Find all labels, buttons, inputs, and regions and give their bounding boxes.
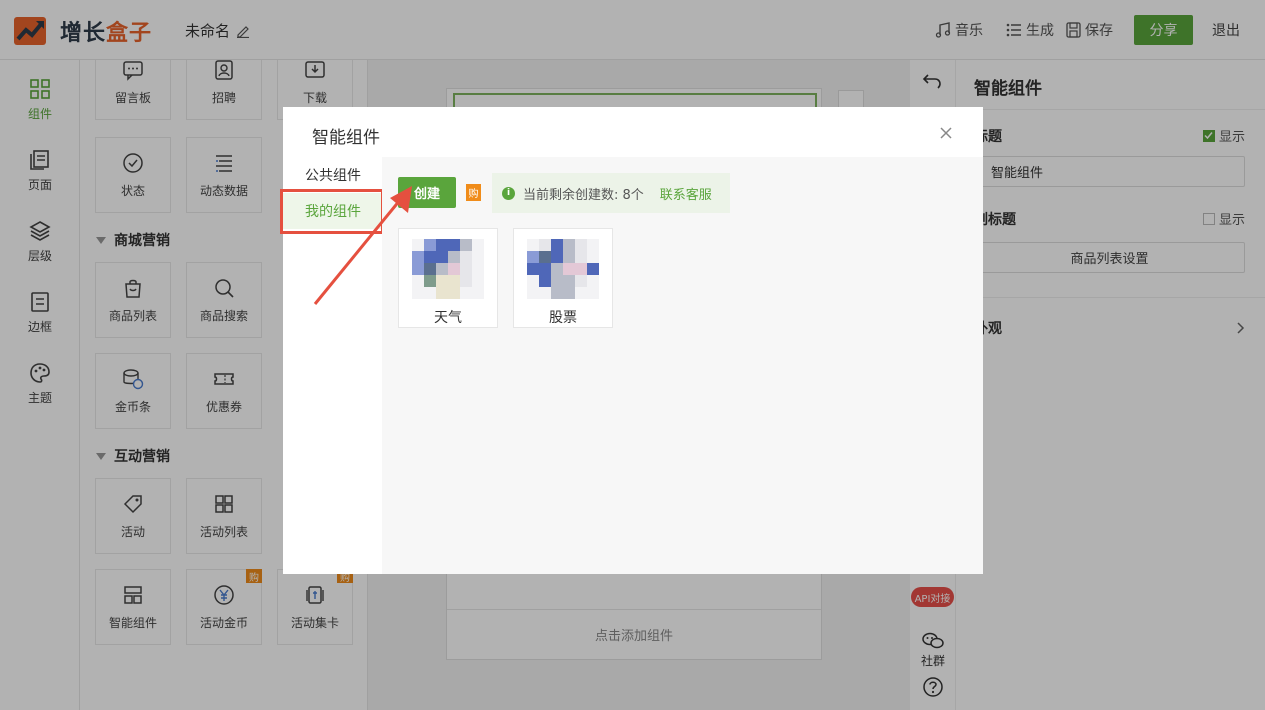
mosaic-pixel — [539, 239, 551, 251]
create-button[interactable]: 创建 — [398, 177, 456, 208]
mosaic-pixel — [587, 251, 599, 263]
mosaic-pixel — [460, 287, 472, 299]
mosaic-pixel — [472, 239, 484, 251]
dialog-title: 智能组件 — [312, 128, 380, 148]
mosaic-pixel — [436, 275, 448, 287]
mosaic-pixel — [539, 275, 551, 287]
mosaic-pixel — [472, 251, 484, 263]
mosaic-pixel — [448, 251, 460, 263]
blurred-thumbnail — [412, 239, 484, 299]
mosaic-pixel — [539, 287, 551, 299]
mosaic-pixel — [472, 287, 484, 299]
mosaic-pixel — [527, 275, 539, 287]
mosaic-pixel — [424, 251, 436, 263]
mosaic-pixel — [575, 287, 587, 299]
mosaic-pixel — [527, 263, 539, 275]
mosaic-pixel — [539, 251, 551, 263]
mosaic-pixel — [551, 287, 563, 299]
mosaic-pixel — [587, 275, 599, 287]
mosaic-pixel — [575, 263, 587, 275]
info-icon: i — [502, 186, 515, 200]
mosaic-pixel — [460, 251, 472, 263]
mosaic-pixel — [563, 251, 575, 263]
mosaic-pixel — [551, 263, 563, 275]
mosaic-pixel — [436, 251, 448, 263]
mosaic-pixel — [412, 275, 424, 287]
annotation-highlight-box — [280, 189, 384, 234]
smart-component-dialog: 智能组件 公共组件 我的组件 创建 购 i 当前剩余创建数: 8个 联系客服 天… — [280, 107, 983, 574]
mosaic-pixel — [587, 239, 599, 251]
close-icon[interactable] — [938, 125, 954, 141]
mosaic-pixel — [412, 263, 424, 275]
mosaic-pixel — [424, 239, 436, 251]
contact-support-link[interactable]: 联系客服 — [660, 184, 712, 203]
mosaic-pixel — [472, 263, 484, 275]
mosaic-pixel — [460, 263, 472, 275]
mosaic-pixel — [448, 275, 460, 287]
buy-badge[interactable]: 购 — [466, 184, 481, 201]
dialog-sidebar: 公共组件 我的组件 — [280, 157, 384, 574]
mosaic-pixel — [575, 239, 587, 251]
mosaic-pixel — [587, 263, 599, 275]
mosaic-pixel — [551, 239, 563, 251]
mosaic-pixel — [424, 287, 436, 299]
mosaic-pixel — [460, 239, 472, 251]
mosaic-pixel — [460, 275, 472, 287]
mosaic-pixel — [412, 239, 424, 251]
mosaic-pixel — [436, 239, 448, 251]
dialog-content: 创建 购 i 当前剩余创建数: 8个 联系客服 天气 股票 — [382, 157, 983, 574]
mosaic-pixel — [575, 251, 587, 263]
mosaic-pixel — [436, 287, 448, 299]
mosaic-pixel — [587, 287, 599, 299]
mosaic-pixel — [424, 263, 436, 275]
mosaic-pixel — [539, 263, 551, 275]
mosaic-pixel — [563, 263, 575, 275]
mosaic-pixel — [563, 239, 575, 251]
mosaic-pixel — [448, 287, 460, 299]
component-card-stock[interactable]: 股票 — [513, 228, 613, 328]
blurred-thumbnail — [527, 239, 599, 299]
mosaic-pixel — [551, 275, 563, 287]
tab-public-components[interactable]: 公共组件 — [283, 157, 382, 193]
mosaic-pixel — [412, 251, 424, 263]
quota-notice: i 当前剩余创建数: 8个 联系客服 — [492, 173, 730, 213]
mosaic-pixel — [424, 275, 436, 287]
mosaic-pixel — [551, 251, 563, 263]
mosaic-pixel — [563, 287, 575, 299]
mosaic-pixel — [527, 239, 539, 251]
mosaic-pixel — [448, 239, 460, 251]
mosaic-pixel — [575, 275, 587, 287]
mosaic-pixel — [563, 275, 575, 287]
mosaic-pixel — [436, 263, 448, 275]
component-card-weather[interactable]: 天气 — [398, 228, 498, 328]
mosaic-pixel — [412, 287, 424, 299]
mosaic-pixel — [472, 275, 484, 287]
mosaic-pixel — [448, 263, 460, 275]
mosaic-pixel — [527, 251, 539, 263]
mosaic-pixel — [527, 287, 539, 299]
